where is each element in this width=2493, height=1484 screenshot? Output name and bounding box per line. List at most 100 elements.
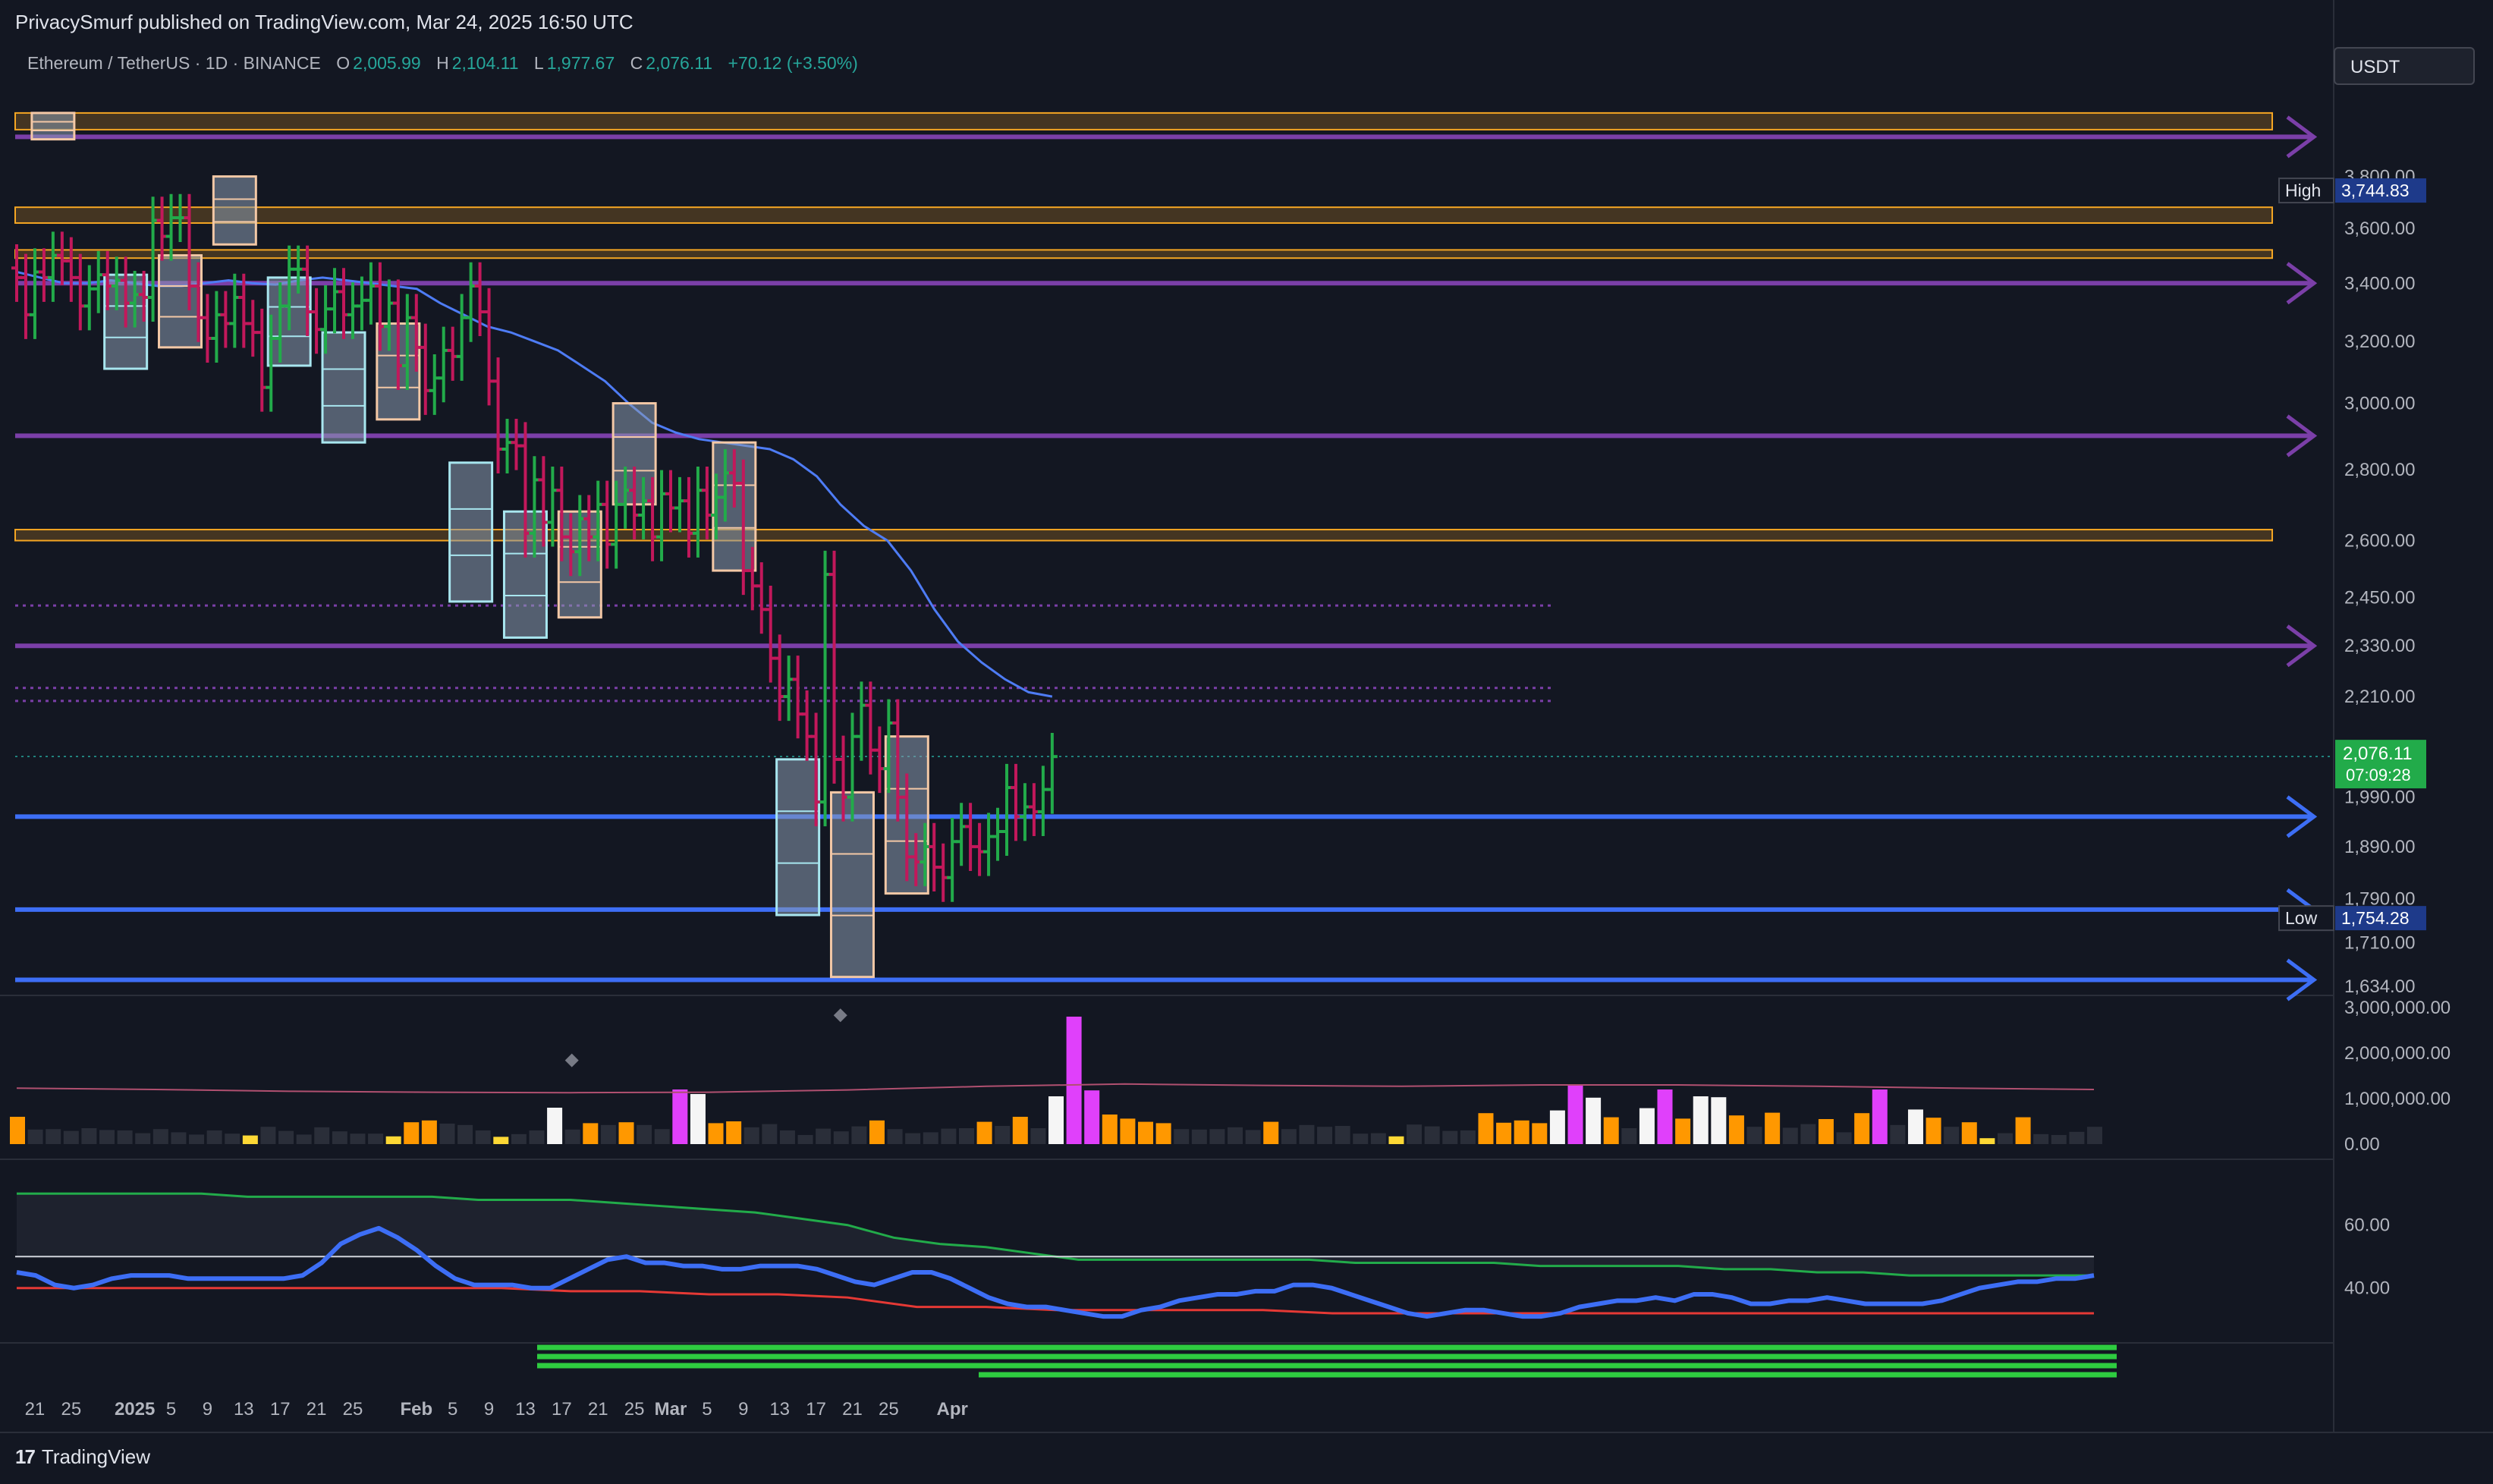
volume-bar-37 [672,1089,688,1144]
volume-bar-61 [1102,1115,1118,1144]
volume-bar-16 [296,1134,312,1144]
volume-bar-4 [81,1128,97,1144]
last-price-value: 2,076.11 [2343,744,2413,764]
time-tick-4: 9 [203,1399,212,1420]
volume-bar-59 [1066,1017,1082,1144]
volume-bar-102 [1836,1132,1852,1144]
volume-bar-69 [1245,1130,1261,1144]
volume-bar-36 [654,1129,670,1144]
volume-bar-32 [583,1123,599,1144]
volume-bar-70 [1263,1121,1279,1144]
volume-bar-20 [368,1133,384,1144]
volume-bar-30 [547,1108,563,1144]
time-tick-18: 9 [738,1399,748,1420]
volume-bar-43 [779,1130,795,1144]
low-tag-value: 1,754.28 [2341,908,2410,928]
last-price-countdown: 07:09:28 [2346,766,2411,784]
volume-bar-77 [1388,1136,1404,1144]
time-tick-20: 17 [806,1399,826,1420]
price-tick-1: 3,600.00 [2344,219,2415,239]
volume-bar-9 [171,1132,187,1144]
volume-bar-81 [1460,1130,1476,1144]
volume-bar-89 [1603,1117,1619,1144]
time-tick-3: 5 [166,1399,176,1420]
volume-bar-78 [1407,1124,1423,1144]
volume-bar-5 [99,1130,115,1144]
volume-bar-0 [10,1117,25,1144]
volume-bar-109 [1961,1122,1977,1144]
price-tick-5: 2,800.00 [2344,460,2415,480]
volume-bar-6 [117,1130,133,1144]
volume-bar-28 [511,1133,527,1144]
volume-bar-21 [385,1136,401,1144]
volume-bar-103 [1854,1113,1870,1144]
price-tick-4: 3,000.00 [2344,394,2415,414]
marker-box-3 [212,175,257,246]
high-tag: High 3,744.83 [2278,178,2426,204]
volume-bar-44 [797,1135,813,1144]
volume-bar-94 [1693,1096,1709,1144]
volume-bar-68 [1228,1127,1243,1144]
volume-bar-17 [314,1127,330,1144]
volume-bar-98 [1765,1112,1781,1144]
marker-box-5 [321,331,366,444]
price-tick-3: 3,200.00 [2344,332,2415,352]
volume-bar-96 [1728,1115,1744,1144]
price-tick-6: 2,600.00 [2344,531,2415,552]
volume-bar-95 [1711,1097,1727,1144]
currency-selector[interactable]: USDT [2334,47,2475,85]
volume-bar-71 [1281,1129,1297,1144]
price-tick-9: 2,210.00 [2344,687,2415,707]
marker-box-2 [158,254,203,349]
volume-bar-14 [260,1127,276,1144]
volume-bar-110 [1979,1138,1995,1144]
volume-bar-3 [63,1130,79,1144]
volume-bar-90 [1621,1128,1637,1144]
volume-bar-39 [708,1123,724,1144]
volume-bar-75 [1353,1133,1369,1144]
time-tick-11: 9 [484,1399,494,1420]
time-tick-8: 25 [343,1399,363,1420]
time-tick-16: Mar [655,1399,687,1420]
volume-bar-79 [1424,1126,1440,1144]
volume-bar-82 [1478,1113,1494,1144]
price-tick-13: 1,710.00 [2344,933,2415,954]
volume-bar-33 [600,1124,616,1144]
volume-bar-58 [1048,1096,1064,1144]
chart-canvas[interactable]: 3,800.003,600.003,400.003,200.003,000.00… [0,0,2493,1484]
published-caption: PrivacySmurf published on TradingView.co… [15,11,633,33]
orange-zone-0 [14,112,2273,130]
volume-bar-25 [457,1124,473,1144]
legend-high-label: H [436,53,449,73]
volume-bar-112 [2015,1117,2031,1144]
low-tag: Low 1,754.28 [2278,905,2426,932]
volume-bar-7 [135,1133,151,1144]
volume-bar-111 [1997,1133,2013,1144]
volume-bar-46 [833,1131,849,1144]
price-tick-11: 1,890.00 [2344,837,2415,857]
volume-bar-41 [743,1127,759,1144]
chart-root: 3,800.00 3,600.00 3,400.00 3,200.00 3,000.00… [0,0,2493,1484]
volume-bar-55 [995,1126,1011,1144]
volume-bar-101 [1818,1119,1834,1144]
volume-bar-106 [1907,1109,1923,1144]
time-tick-1: 25 [61,1399,81,1420]
volume-bar-29 [529,1130,545,1144]
legend-symbol[interactable]: Ethereum / TetherUS · 1D · BINANCE [27,53,321,73]
volume-bar-86 [1549,1110,1565,1144]
marker-box-0 [30,112,76,141]
volume-bar-40 [726,1121,742,1144]
volume-bar-104 [1872,1089,1888,1144]
volume-bar-84 [1514,1120,1529,1144]
volume-bar-88 [1586,1097,1602,1144]
symbol-legend[interactable]: Ethereum / TetherUS · 1D · BINANCE O 2,00… [27,53,869,74]
volume-bar-45 [816,1128,832,1144]
time-tick-17: 5 [702,1399,712,1420]
tradingview-brand[interactable]: 17 TradingView [15,1445,150,1469]
legend-close-label: C [630,53,643,73]
rsi-tick-0: 60.00 [2344,1215,2390,1236]
orange-zone-2 [14,249,2273,259]
volume-bar-26 [475,1130,491,1144]
volume-bar-67 [1209,1129,1225,1144]
price-tick-8: 2,330.00 [2344,636,2415,656]
